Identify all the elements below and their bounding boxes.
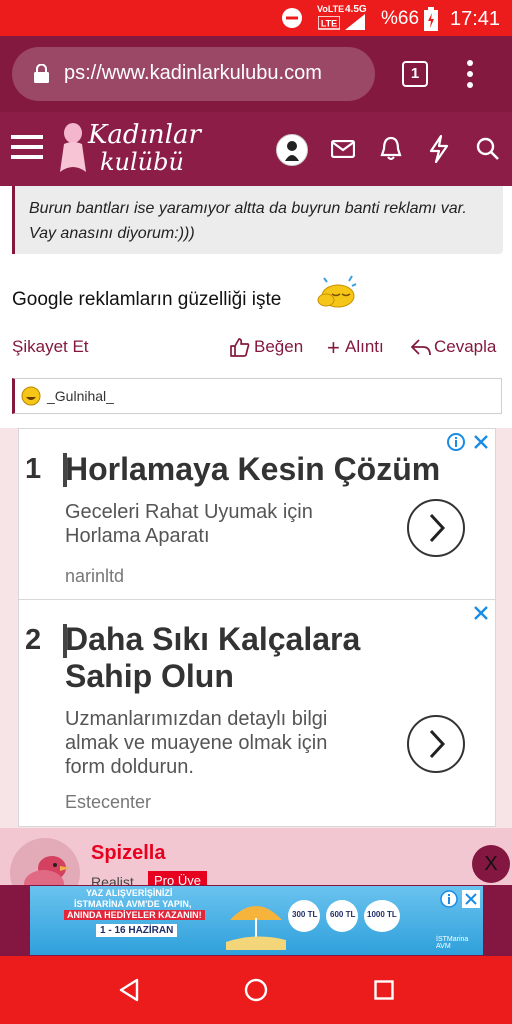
banner-headline-1: YAZ ALIŞVERİŞİNİZİ: [86, 888, 173, 898]
ad-source: narinltd: [65, 566, 125, 586]
ad-close-icon[interactable]: [462, 890, 480, 908]
avatar-figure-icon: [285, 141, 299, 161]
ad-close-icon[interactable]: [473, 605, 489, 621]
user-avatar[interactable]: [276, 134, 308, 166]
quote-text: Burun bantları ise yaramıyor altta da bu…: [29, 200, 467, 242]
ad-close-icon[interactable]: [473, 434, 489, 450]
ad-info-icon[interactable]: [440, 890, 458, 908]
hamburger-menu-icon[interactable]: [11, 134, 43, 160]
address-bar[interactable]: ps://www.kadinlarkulubu.com: [12, 47, 375, 101]
beach-umbrella-icon: [226, 906, 286, 950]
clock: 17:41: [450, 8, 501, 30]
ad-card-1[interactable]: 1 Horlamaya Kesin Çözüm Geceleri Rahat U…: [18, 428, 496, 600]
banner-dates: 1 - 16 HAZİRAN: [96, 924, 178, 937]
thumbs-up-icon: [230, 338, 250, 357]
ad-open-button[interactable]: [407, 499, 465, 557]
battery-charging-icon: [424, 7, 438, 31]
like-label: Beğen: [254, 337, 304, 356]
chevron-right-icon: [429, 513, 446, 543]
notifications-bell-icon[interactable]: [380, 136, 402, 161]
ad-description-line2: Horlama Aparatı: [65, 525, 210, 547]
lte-icon: LTE: [318, 16, 340, 30]
site-logo[interactable]: Kadınlar kulübü: [58, 118, 201, 180]
banner-headline-2: İSTMARİNA AVM'DE YAPIN,: [74, 899, 192, 909]
ad-title-line2[interactable]: Sahip Olun: [65, 658, 234, 695]
laughing-emoji-icon: [21, 386, 41, 406]
home-icon[interactable]: [244, 978, 268, 1002]
logo-line2: kulübü: [100, 148, 184, 176]
logo-line1: Kadınlar: [88, 120, 201, 150]
gift-bubble-3: 1000 TL: [364, 900, 400, 932]
reply-arrow-icon: [410, 339, 431, 356]
ad-title[interactable]: Horlamaya Kesin Çözüm: [65, 451, 440, 488]
signal-icon: [345, 14, 365, 30]
recents-icon[interactable]: [374, 980, 394, 1000]
ad-title-line1[interactable]: Daha Sıkı Kalçalara: [65, 621, 360, 658]
reply-label: Cevapla: [434, 337, 497, 356]
gift-bubble-1: 300 TL: [288, 900, 320, 932]
system-nav-bar: [0, 956, 512, 1024]
report-link[interactable]: Şikayet Et: [12, 337, 89, 357]
search-icon[interactable]: [476, 137, 500, 161]
banner-brand: İSTMarina AVM: [436, 936, 469, 950]
banner-ad[interactable]: YAZ ALIŞVERİŞİNİZİ İSTMARİNA AVM'DE YAPI…: [30, 886, 483, 955]
ad-description-line1: Uzmanlarımızdan detaylı bilgi: [65, 708, 328, 730]
chevron-right-icon: [429, 729, 446, 759]
gift-bubble-2: 600 TL: [326, 900, 358, 932]
close-banner-button[interactable]: X: [472, 845, 510, 883]
back-icon[interactable]: [118, 978, 140, 1002]
battery-percent: %66: [381, 8, 420, 29]
banner-ad-strip: YAZ ALIŞVERİŞİNİZİ İSTMARİNA AVM'DE YAPI…: [0, 885, 512, 956]
reaction-username[interactable]: _Gulnihal_: [47, 388, 114, 404]
tab-switcher-button[interactable]: 1: [402, 61, 428, 87]
logo-figure-icon: [60, 123, 86, 172]
plus-icon: +: [327, 335, 340, 360]
reactions-bar[interactable]: _Gulnihal_: [12, 378, 502, 414]
lightning-icon[interactable]: [429, 135, 449, 163]
ad-number: 1: [25, 453, 42, 485]
browser-toolbar: ps://www.kadinlarkulubu.com 1: [0, 36, 512, 112]
ad-description-line2: almak ve muayene olmak için: [65, 732, 328, 754]
ad-description-line3: form doldurun.: [65, 756, 194, 778]
ad-card-2[interactable]: 2 Daha Sıkı Kalçalara Sahip Olun Uzmanla…: [18, 599, 496, 827]
ad-info-icon[interactable]: [447, 433, 465, 451]
sleepy-emoji-icon: [317, 275, 357, 308]
status-bar: VoLTE LTE 4.5G %66 17:41: [0, 0, 512, 36]
ad-open-button[interactable]: [407, 715, 465, 773]
banner-headline-3: ANINDA HEDİYELER KAZANIN!: [64, 910, 205, 920]
volte-indicator: VoLTE: [317, 4, 345, 14]
ad-number: 2: [25, 624, 42, 656]
quote-label: Alıntı: [345, 337, 384, 356]
messages-icon[interactable]: [331, 140, 355, 158]
url-text: ps://www.kadinlarkulubu.com: [64, 62, 322, 84]
next-post-header: Spizella Realist Pro Üye: [0, 828, 512, 908]
ad-description-line1: Geceleri Rahat Uyumak için: [65, 501, 313, 523]
quote-block: Burun bantları ise yaramıyor altta da bu…: [12, 186, 503, 254]
overflow-menu-icon[interactable]: [466, 59, 474, 89]
lock-icon: [34, 64, 49, 83]
svg-text:LTE: LTE: [321, 19, 337, 29]
site-header: Kadınlar kulübü: [0, 112, 512, 186]
post-username[interactable]: Spizella: [91, 842, 165, 865]
ad-source: Estecenter: [65, 792, 152, 812]
do-not-disturb-icon: [282, 8, 302, 28]
post-body-text: Google reklamların güzelliği işte: [12, 289, 282, 310]
